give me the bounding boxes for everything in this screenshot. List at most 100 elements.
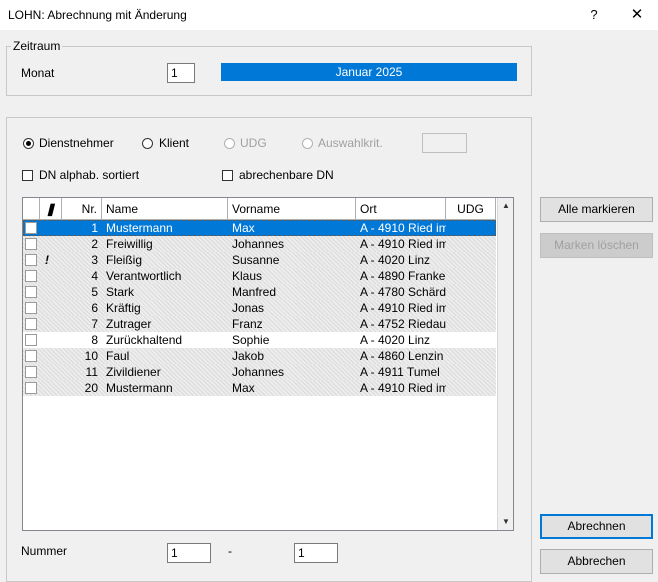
vertical-scrollbar[interactable]: ▲ ▼ [497,198,513,530]
row-checkbox[interactable] [25,350,37,362]
table-row[interactable]: 8 Zurückhaltend Sophie A - 4020 Linz [23,332,496,348]
table-row[interactable]: 11 Zivildiener Johannes A - 4911 Tumel [23,364,496,380]
row-checkbox[interactable] [25,270,37,282]
row-checkbox[interactable] [25,366,37,378]
row-checkbox[interactable] [25,222,37,234]
marken-loeschen-button[interactable]: Marken löschen [540,233,653,258]
table-row[interactable]: 4 Verantwortlich Klaus A - 4890 Franke [23,268,496,284]
cell-nr: 20 [84,381,98,395]
cell-vorname: Manfred [232,285,277,299]
cell-ort: A - 4910 Ried im [360,237,446,251]
cell-vorname: Jakob [232,349,265,363]
mark-icon: ❚ [45,202,56,216]
cell-nr: 6 [91,301,98,315]
table-row[interactable]: 6 Kräftig Jonas A - 4910 Ried im [23,300,496,316]
radio-auswahl[interactable] [302,138,313,149]
header-check[interactable] [23,198,40,220]
alle-markieren-button[interactable]: Alle markieren [540,197,653,222]
header-mark[interactable]: ❚ [40,198,62,220]
alphab-sortiert-checkbox[interactable] [22,170,33,181]
scroll-up-icon[interactable]: ▲ [498,198,513,214]
period-display: Januar 2025 [221,63,517,81]
nummer-from-input[interactable]: 1 [167,543,211,563]
cell-vorname: Jonas [232,301,265,315]
cell-ort: A - 4910 Ried im [360,381,446,395]
cell-ort: A - 4910 Ried im [360,301,446,315]
cell-name: Stark [106,285,135,299]
header-udg[interactable]: UDG [446,198,496,220]
table-row[interactable]: 2 Freiwillig Johannes A - 4910 Ried im [23,236,496,252]
monat-input[interactable]: 1 [167,63,195,83]
alphab-sortiert-label: DN alphab. sortiert [39,168,140,182]
cell-vorname: Klaus [232,269,263,283]
cell-nr: 1 [91,221,98,235]
auswahl-input[interactable] [422,133,467,153]
cell-ort: A - 4890 Franke [360,269,446,283]
table-row[interactable]: 1 Mustermann Max A - 4910 Ried im [23,220,496,236]
close-button[interactable]: ✕ [624,4,650,26]
cell-vorname: Johannes [232,237,285,251]
monat-label: Monat [21,66,55,80]
cell-name: Faul [106,349,130,363]
cell-name: Verantwortlich [106,269,182,283]
cell-nr: 2 [91,237,98,251]
cell-nr: 3 [91,253,98,267]
table-row[interactable]: 5 Stark Manfred A - 4780 Schärd [23,284,496,300]
radio-dienstnehmer-label: Dienstnehmer [39,136,114,150]
row-checkbox[interactable] [25,318,37,330]
abrechnen-button[interactable]: Abrechnen [540,514,653,539]
cell-name: Mustermann [106,221,173,235]
cell-vorname: Max [232,381,255,395]
radio-klient-label: Klient [159,136,190,150]
cell-ort: A - 4910 Ried im [360,221,446,235]
help-button[interactable]: ? [583,4,605,26]
row-checkbox[interactable] [25,382,37,394]
cell-nr: 5 [91,285,98,299]
cell-name: Kräftig [106,301,141,315]
cell-nr: 8 [91,333,98,347]
cell-ort: A - 4752 Riedau [360,317,446,331]
row-checkbox[interactable] [25,334,37,346]
cell-vorname: Franz [232,317,263,331]
header-nr[interactable]: Nr. [62,198,102,220]
scroll-down-icon[interactable]: ▼ [498,514,513,530]
zeitraum-label: Zeitraum [11,39,63,53]
cell-nr: 10 [84,349,98,363]
abbrechen-button[interactable]: Abbrechen [540,549,653,574]
abrechenbare-dn-checkbox[interactable] [222,170,233,181]
row-checkbox[interactable] [25,254,37,266]
radio-udg-label: UDG [240,136,267,150]
radio-udg[interactable] [224,138,235,149]
table-row[interactable]: 10 Faul Jakob A - 4860 Lenzin [23,348,496,364]
cell-name: Zutrager [106,317,152,331]
row-checkbox[interactable] [25,286,37,298]
cell-name: Mustermann [106,381,173,395]
cell-nr: 11 [85,365,98,379]
header-ort[interactable]: Ort [356,198,446,220]
cell-name: Freiwillig [106,237,153,251]
cell-ort: A - 4020 Linz [360,333,431,347]
table-row[interactable]: ! 3 Fleißig Susanne A - 4020 Linz [23,252,496,268]
nummer-to-input[interactable]: 1 [294,543,338,563]
cell-ort: A - 4020 Linz [360,253,431,267]
radio-klient[interactable] [142,138,153,149]
cell-ort: A - 4780 Schärd [360,285,446,299]
cell-nr: 4 [91,269,98,283]
cell-ort: A - 4911 Tumel [360,365,440,379]
nummer-dash: - [228,544,232,558]
table-row[interactable]: 20 Mustermann Max A - 4910 Ried im [23,380,496,396]
cell-vorname: Max [232,221,255,235]
window-title: LOHN: Abrechnung mit Änderung [8,8,187,22]
header-vorname[interactable]: Vorname [228,198,356,220]
cell-vorname: Johannes [232,365,285,379]
abrechenbare-dn-label: abrechenbare DN [239,168,334,182]
row-mark-icon: ! [45,253,49,267]
cell-name: Zurückhaltend [106,333,183,347]
row-checkbox[interactable] [25,302,37,314]
cell-name: Zivildiener [106,365,161,379]
radio-dienstnehmer[interactable] [23,138,34,149]
header-name[interactable]: Name [102,198,228,220]
table-row[interactable]: 7 Zutrager Franz A - 4752 Riedau [23,316,496,332]
row-checkbox[interactable] [25,238,37,250]
employee-table[interactable]: ❚ Nr. Name Vorname Ort UDG 1 Mustermann Ma… [22,197,514,531]
